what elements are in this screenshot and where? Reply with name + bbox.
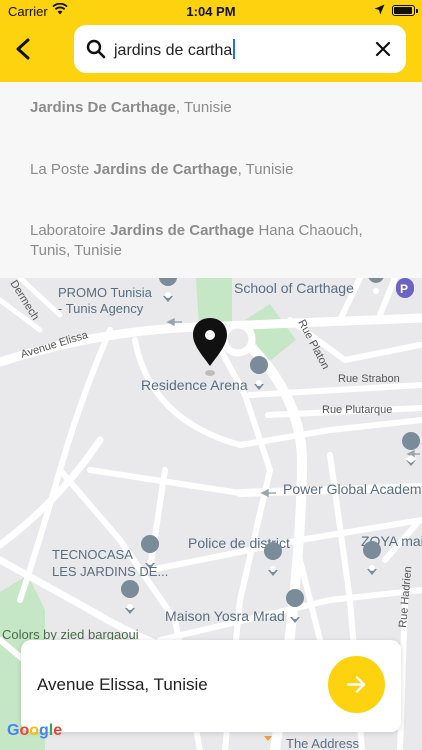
google-logo-letter: G — [7, 722, 20, 739]
suggestion-suffix: , Tunisie — [237, 161, 294, 178]
suggestion-suffix: , Tunisie — [175, 99, 232, 116]
suggestion-prefix: La Poste — [30, 161, 94, 178]
battery-level — [394, 7, 413, 14]
google-logo-letter: o — [29, 722, 40, 739]
search-icon — [86, 39, 106, 59]
street-label: Rue Strabon — [338, 373, 400, 385]
confirm-address-button[interactable] — [328, 656, 385, 713]
battery-icon — [392, 5, 418, 16]
google-logo-letter: o — [19, 722, 30, 739]
parking-icon-glyph: P — [400, 282, 408, 296]
close-icon[interactable] — [374, 40, 392, 58]
google-logo: Google — [7, 722, 62, 740]
selected-address-card: Avenue Elissa, Tunisie — [21, 640, 401, 732]
app-header: Carrier 1:04 PM jardins de cartha — [0, 0, 422, 90]
poi-label[interactable]: PROMO Tunisia - Tunis Agency — [58, 285, 153, 316]
arrow-right-icon — [346, 676, 366, 693]
google-logo-letter: g — [39, 722, 49, 739]
suggestion-item[interactable]: Jardins De Carthage, Tunisie — [30, 98, 400, 118]
location-pin-dot — [205, 330, 215, 340]
selected-address-text: Avenue Elissa, Tunisie — [37, 675, 208, 694]
suggestion-match: Jardins de Carthage — [93, 161, 238, 178]
google-logo-text: Google — [7, 722, 62, 739]
street-label: Rue Plutarque — [322, 404, 392, 416]
pin-shadow — [205, 370, 215, 376]
poi-label-line: PROMO Tunisia — [58, 285, 153, 300]
suggestion-item[interactable]: La Poste Jardins de Carthage, Tunisie — [30, 160, 400, 180]
poi-label[interactable]: TECNOCASA — [52, 547, 133, 562]
suggestion-match: Jardins De Carthage — [30, 99, 176, 116]
suggestion-match: Jardins de Carthage — [110, 222, 255, 239]
poi-label[interactable]: The Address — [286, 736, 359, 750]
roundabout — [220, 321, 256, 357]
search-query-text: jardins de cartha — [114, 39, 236, 60]
poi-label[interactable]: Residence Arena — [141, 377, 248, 393]
poi-label[interactable]: Maison Yosra Mrad — [165, 608, 285, 624]
poi-label[interactable]: School of Carthage — [234, 280, 354, 296]
back-button[interactable] — [10, 34, 38, 64]
google-logo-letter: e — [53, 722, 63, 739]
suggestion-prefix: Laboratoire — [30, 222, 111, 239]
text-cursor — [233, 39, 236, 59]
search-input[interactable]: jardins de cartha — [74, 25, 406, 73]
poi-label-line: LES JARDINS DE... — [52, 564, 168, 579]
location-arrow-icon — [374, 4, 385, 15]
status-bar: Carrier 1:04 PM — [0, 0, 422, 22]
clock: 1:04 PM — [186, 4, 236, 19]
suggestion-list: Jardins De Carthage, Tunisie La Poste Ja… — [0, 82, 422, 278]
suggestion-item[interactable]: Laboratoire Jardins de Carthage Hana Cha… — [30, 221, 390, 261]
poi-label-line: - Tunis Agency — [58, 301, 144, 316]
poi-label[interactable]: Power Global Academy — [283, 481, 422, 497]
